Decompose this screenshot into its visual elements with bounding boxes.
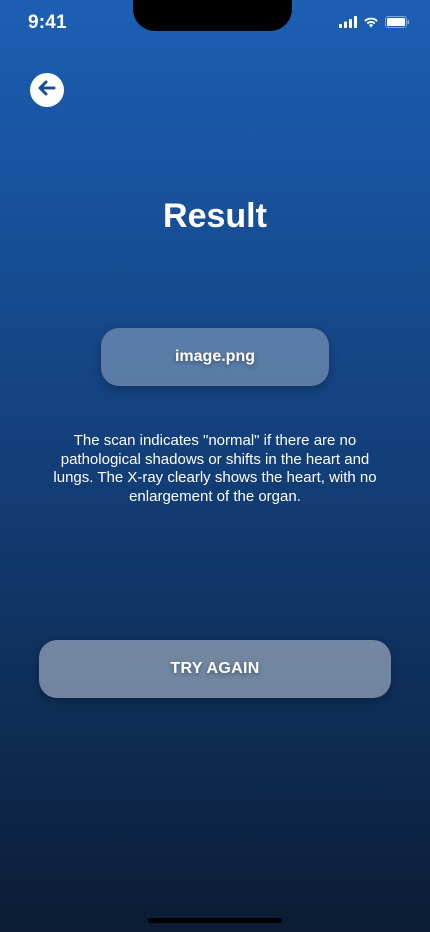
status-bar: 9:41 — [0, 0, 430, 48]
cellular-signal-icon — [339, 16, 357, 28]
try-again-label: TRY AGAIN — [170, 660, 260, 677]
file-name-chip[interactable]: image.png — [101, 328, 329, 386]
try-again-button[interactable]: TRY AGAIN — [39, 640, 391, 698]
arrow-left-icon — [35, 76, 59, 105]
page-title: Result — [163, 197, 267, 235]
device-notch — [133, 0, 292, 31]
status-time: 9:41 — [28, 12, 67, 33]
status-icons — [339, 16, 410, 28]
result-description: The scan indicates "normal" if there are… — [53, 432, 377, 505]
back-button[interactable] — [30, 73, 64, 107]
home-indicator — [148, 918, 282, 923]
battery-icon — [385, 16, 410, 28]
wifi-icon — [363, 16, 379, 28]
result-screen: 9:41 Result image.png The scan indicates… — [0, 0, 430, 932]
file-name-label: image.png — [174, 348, 255, 365]
